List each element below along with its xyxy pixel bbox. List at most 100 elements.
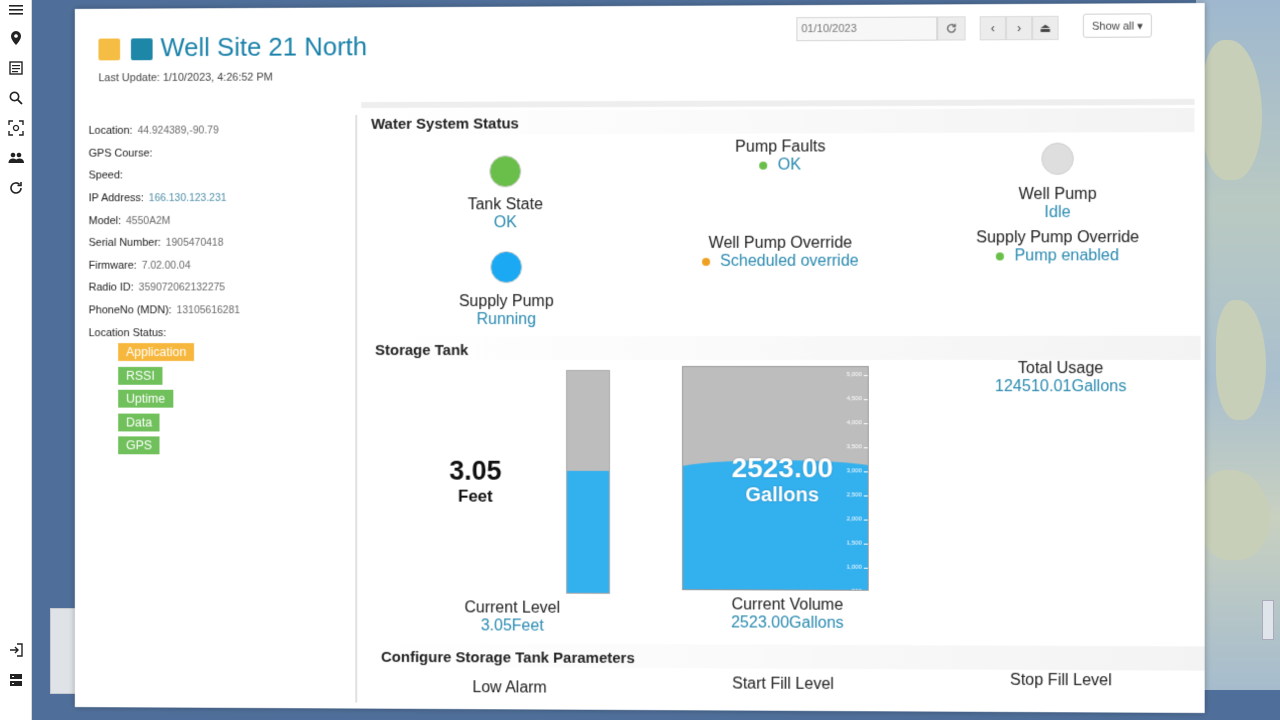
page-title: Well Site 21 North — [160, 31, 368, 63]
chevron-right-icon: › — [1017, 21, 1022, 36]
info-row: Serial Number: 1905470418 — [89, 232, 346, 255]
menu-icon[interactable] — [6, 0, 26, 20]
well-pump: Well Pump Idle — [936, 186, 1179, 223]
current-level-label: Current Level — [464, 599, 561, 617]
low-alarm-label: Low Alarm — [472, 679, 547, 697]
supply-pump-label: Supply Pump — [458, 293, 554, 311]
scan-icon[interactable] — [6, 118, 26, 138]
info-value: 13105616281 — [176, 304, 241, 317]
total-usage-value: 124510.01Gallons — [994, 378, 1127, 396]
status-tag[interactable]: Application — [118, 343, 195, 361]
ip-address-link[interactable]: 166.130.123.231 — [149, 192, 227, 204]
info-row: GPS Course: — [89, 142, 346, 165]
info-label: Speed: — [88, 169, 123, 182]
supply-pump: Supply Pump Running — [387, 293, 626, 329]
site-dashboard-panel: Well Site 21 North Last Update: 1/10/202… — [74, 2, 1205, 714]
tank-state-label: Tank State — [467, 196, 543, 214]
level-readout: 3.05 Feet — [431, 456, 521, 507]
people-icon[interactable] — [6, 148, 26, 168]
info-row: Location: 44.924389,-90.79 — [89, 119, 346, 142]
volume-number: 2523.00 — [731, 452, 834, 484]
status-tag[interactable]: Data — [118, 413, 160, 431]
supply-pump-value: Running — [476, 311, 536, 329]
volume-readout: 2523.00 Gallons — [682, 452, 883, 507]
info-label: IP Address: — [88, 192, 144, 205]
well-pump-value: Idle — [1044, 204, 1071, 222]
location-pin-icon[interactable] — [6, 28, 26, 48]
level-number: 3.05 — [449, 455, 502, 486]
well-pump-override-dot — [702, 257, 711, 266]
list-icon[interactable] — [6, 58, 26, 78]
start-fill-label: Start Fill Level — [732, 675, 834, 693]
level-unit: Feet — [458, 486, 493, 506]
info-value: 1905470418 — [165, 237, 224, 250]
app-rail — [0, 0, 32, 720]
location-status-tags: Application RSSI Uptime Data GPS — [118, 343, 195, 460]
level-gauge-fill — [567, 470, 610, 593]
info-label: PhoneNo (MDN): — [88, 304, 172, 317]
pump-faults-label: Pump Faults — [735, 138, 826, 156]
scale-tick — [863, 423, 868, 425]
divider — [355, 115, 358, 703]
tank-state-indicator — [489, 155, 522, 188]
info-row: Speed: — [89, 164, 346, 187]
show-all-dropdown[interactable]: Show all ▾ — [1082, 13, 1152, 38]
latest-button[interactable]: ⏏ — [1032, 15, 1059, 41]
info-label: Location: — [88, 125, 133, 138]
info-label: Firmware: — [88, 259, 137, 272]
scale-tick-label: 1,000 — [846, 564, 862, 571]
search-icon[interactable] — [6, 88, 26, 108]
info-value: 44.924389,-90.79 — [137, 124, 219, 137]
volume-unit: Gallons — [745, 484, 820, 507]
info-row: IP Address: 166.130.123.231 — [89, 187, 346, 210]
scale-tick-label: 3,500 — [846, 444, 862, 451]
logout-icon[interactable] — [6, 640, 26, 660]
scale-tick — [863, 543, 868, 545]
well-pump-override: Well Pump Override Scheduled override — [660, 235, 901, 271]
scale-tick — [863, 567, 868, 569]
date-input[interactable]: 01/10/2023 — [796, 16, 938, 42]
scale-tick-label: 2,000 — [846, 516, 862, 523]
map-zoom-control[interactable] — [1262, 600, 1274, 640]
site-color-square — [130, 38, 153, 61]
info-row: PhoneNo (MDN): 13105616281 — [89, 299, 346, 322]
configure-heading: Configure Storage Tank Parameters — [381, 648, 635, 667]
info-row: Model: 4550A2M — [89, 209, 346, 232]
background-map — [1196, 0, 1280, 690]
current-level-value: 3.05Feet — [480, 617, 544, 635]
info-label: GPS Course: — [88, 147, 153, 160]
scale-tick — [863, 375, 868, 377]
previous-button[interactable]: ‹ — [979, 16, 1006, 41]
divider — [361, 98, 1195, 109]
pump-faults: Pump Faults OK — [660, 138, 901, 175]
info-row: Firmware: 7.02.00.04 — [89, 254, 346, 277]
supply-pump-override-label: Supply Pump Override — [976, 229, 1140, 247]
current-volume-value: 2523.00Gallons — [731, 614, 844, 632]
skip-end-icon: ⏏ — [1039, 20, 1052, 36]
supply-pump-indicator — [490, 251, 523, 284]
status-tag[interactable]: Uptime — [118, 389, 173, 408]
supply-pump-override-value: Pump enabled — [1014, 247, 1119, 265]
info-label: Serial Number: — [88, 237, 161, 250]
status-tag[interactable]: RSSI — [118, 366, 163, 385]
supply-pump-override: Supply Pump Override Pump enabled — [936, 229, 1179, 266]
refresh-button[interactable] — [937, 16, 966, 41]
storage-tank-heading: Storage Tank — [375, 342, 469, 359]
next-button[interactable]: › — [1005, 15, 1033, 41]
current-level: Current Level 3.05Feet — [413, 599, 612, 636]
device-info: Location: 44.924389,-90.79 GPS Course: Sp… — [89, 119, 346, 344]
last-update-text: Last Update: 1/10/2023, 4:26:52 PM — [98, 71, 273, 85]
scale-tick — [863, 399, 868, 401]
status-tag[interactable]: GPS — [118, 436, 160, 455]
well-pump-override-value: Scheduled override — [720, 252, 859, 270]
storage-icon[interactable] — [6, 670, 26, 690]
refresh-icon[interactable] — [6, 178, 26, 198]
water-status-heading: Water System Status — [371, 115, 519, 133]
supply-pump-override-dot — [996, 252, 1005, 261]
pump-faults-value: OK — [777, 156, 801, 174]
scale-tick-label: 500 — [852, 589, 862, 591]
scale-tick-label: 4,500 — [846, 396, 862, 403]
well-pump-override-label: Well Pump Override — [708, 234, 853, 252]
scale-tick — [863, 519, 868, 521]
info-value: 359072062132275 — [138, 281, 226, 294]
